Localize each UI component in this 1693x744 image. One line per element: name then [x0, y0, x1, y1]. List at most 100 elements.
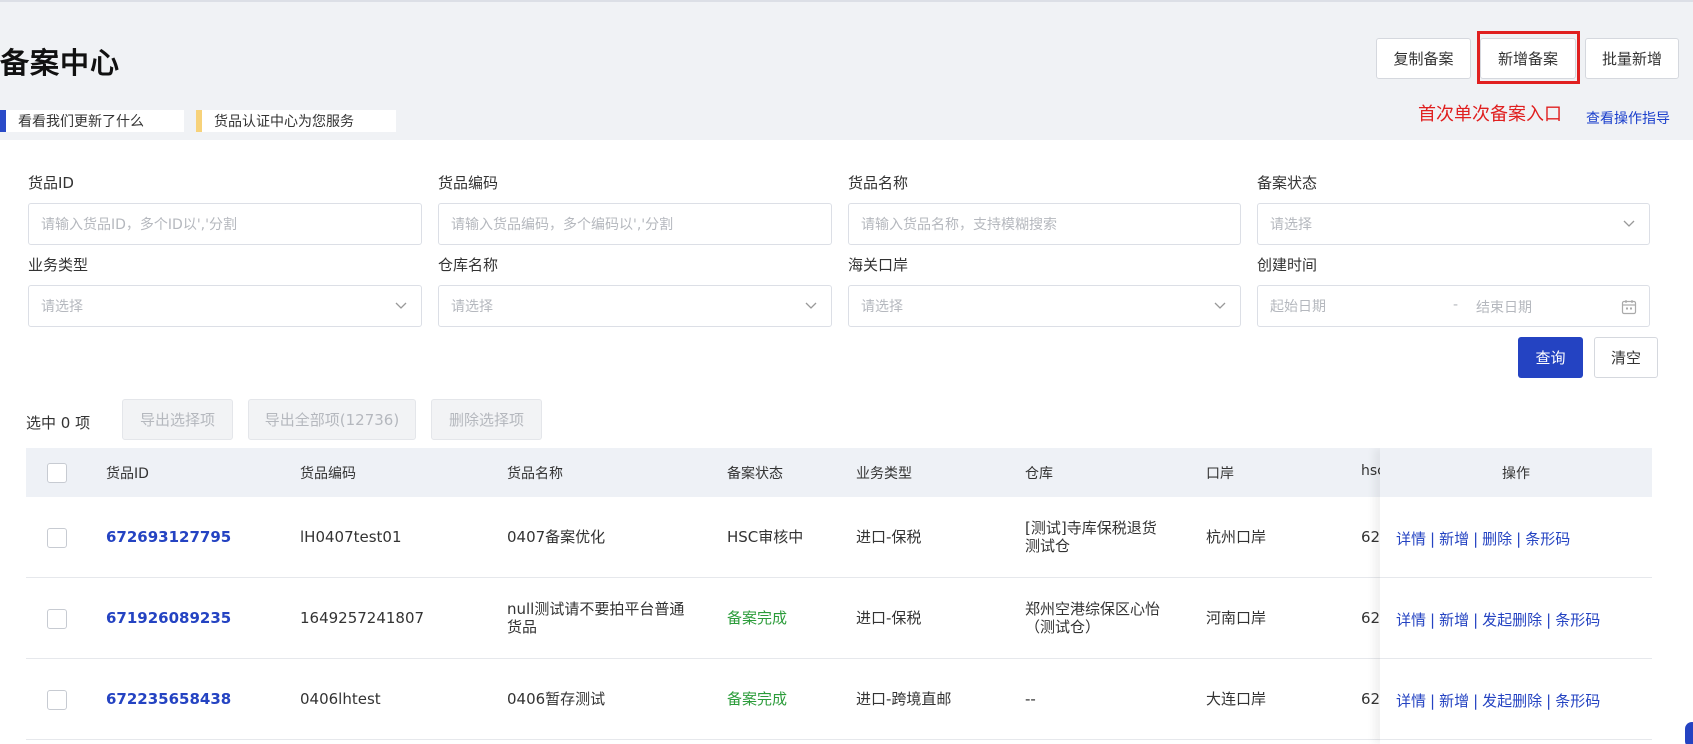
goods-code-placeholder: 请输入货品编码，多个编码以','分割	[451, 217, 674, 233]
notice-service-center[interactable]: 货品认证中心为您服务	[196, 110, 396, 132]
goods-id-input[interactable]: 请输入货品ID，多个ID以','分割	[28, 203, 422, 245]
row-checkbox[interactable]	[47, 609, 67, 629]
export-all-button[interactable]: 导出全部项(12736)	[248, 399, 416, 440]
date-range-picker[interactable]: 起始日期 - 结束日期	[1257, 285, 1650, 327]
top-divider	[0, 0, 1693, 2]
port: 杭州口岸	[1206, 528, 1267, 546]
col-operations: 操作	[1502, 466, 1530, 482]
scrollbar-handle[interactable]	[1685, 722, 1693, 744]
notice-accent-bar	[0, 110, 6, 132]
row-checkbox[interactable]	[47, 690, 67, 710]
row-checkbox[interactable]	[47, 528, 67, 548]
notice-label: 看看我们更新了什么	[18, 114, 144, 130]
col-hsc[interactable]: hsc	[1361, 463, 1381, 479]
notice-whats-new[interactable]: 看看我们更新了什么	[0, 110, 184, 132]
initiate-delete-link[interactable]: 发起删除	[1482, 692, 1542, 710]
col-goods-id[interactable]: 货品ID	[106, 463, 149, 483]
barcode-link[interactable]: 条形码	[1555, 692, 1600, 710]
port: 大连口岸	[1206, 690, 1267, 708]
col-status[interactable]: 备案状态	[727, 463, 783, 483]
detail-link[interactable]: 详情	[1396, 692, 1426, 710]
goods-name-line1: null测试请不要拍平台普通	[507, 600, 685, 618]
detail-link[interactable]: 详情	[1396, 530, 1426, 548]
biz-type: 进口-保税	[856, 609, 922, 627]
biz-type: 进口-保税	[856, 528, 922, 546]
goods-code: 1649257241807	[300, 609, 425, 627]
col-goods-code[interactable]: 货品编码	[300, 463, 356, 483]
goods-code-label: 货品编码	[438, 174, 499, 192]
barcode-link[interactable]: 条形码	[1555, 611, 1600, 629]
link-separator: |	[1546, 692, 1552, 710]
row-operations: 详情 | 新增 | 发起删除 | 条形码	[1380, 659, 1652, 740]
link-separator: |	[1473, 692, 1479, 710]
add-link[interactable]: 新增	[1439, 692, 1469, 710]
filing-status: 备案完成	[727, 690, 788, 708]
goods-code: 0406lhtest	[300, 690, 381, 708]
chevron-down-icon	[395, 302, 407, 309]
query-button[interactable]: 查询	[1518, 337, 1583, 378]
goods-code: lH0407test01	[300, 528, 402, 546]
port-select[interactable]: 请选择	[848, 285, 1241, 327]
warehouse-label: 仓库名称	[438, 256, 499, 274]
operation-guide-link[interactable]: 查看操作指导	[1586, 108, 1670, 128]
notice-label: 货品认证中心为您服务	[214, 114, 354, 130]
operations-header: 操作	[1380, 448, 1652, 497]
goods-name-label: 货品名称	[848, 174, 909, 192]
goods-id-link[interactable]: 672235658438	[106, 690, 231, 708]
row-operations: 详情 | 新增 | 删除 | 条形码	[1380, 497, 1652, 578]
col-port[interactable]: 口岸	[1206, 463, 1234, 483]
warehouse-line1: [测试]寺库保税退货	[1025, 519, 1157, 537]
add-link[interactable]: 新增	[1439, 530, 1469, 548]
chevron-down-icon	[1214, 302, 1226, 309]
link-separator: |	[1516, 530, 1522, 548]
col-goods-name[interactable]: 货品名称	[507, 463, 563, 483]
biz-type-placeholder: 请选择	[41, 299, 83, 315]
goods-code-input[interactable]: 请输入货品编码，多个编码以','分割	[438, 203, 832, 245]
add-link[interactable]: 新增	[1439, 611, 1469, 629]
copy-filing-button[interactable]: 复制备案	[1376, 38, 1471, 79]
warehouse-placeholder: 请选择	[451, 299, 493, 315]
goods-name-input[interactable]: 请输入货品名称，支持模糊搜索	[848, 203, 1241, 245]
goods-id-placeholder: 请输入货品ID，多个ID以','分割	[41, 217, 237, 233]
warehouse: --	[1025, 690, 1036, 708]
link-separator: |	[1430, 530, 1436, 548]
goods-id-link[interactable]: 671926089235	[106, 609, 231, 627]
batch-add-button[interactable]: 批量新增	[1585, 38, 1679, 79]
operations-column: 操作 详情 | 新增 | 删除 | 条形码 详情 | 新增 | 发起删除 | 条形码 详情 | 新增 | 发起删…	[1380, 448, 1652, 744]
col-warehouse[interactable]: 仓库	[1025, 463, 1053, 483]
filing-table: 货品ID 货品编码 货品名称 备案状态 业务类型 仓库 口岸 hsc 67269…	[26, 448, 1652, 744]
warehouse-select[interactable]: 请选择	[438, 285, 832, 327]
link-separator: |	[1430, 611, 1436, 629]
delete-link[interactable]: 删除	[1482, 530, 1512, 548]
detail-link[interactable]: 详情	[1396, 611, 1426, 629]
created-time-label: 创建时间	[1257, 256, 1318, 274]
biz-type-label: 业务类型	[28, 256, 89, 274]
delete-selected-button[interactable]: 删除选择项	[431, 399, 542, 440]
goods-id-link[interactable]: 672693127795	[106, 528, 231, 546]
biz-type: 进口-跨境直邮	[856, 690, 952, 708]
warehouse-line1: 郑州空港综保区心怡	[1025, 600, 1161, 618]
export-selected-button[interactable]: 导出选择项	[122, 399, 233, 440]
col-biz-type[interactable]: 业务类型	[856, 463, 912, 483]
status-select[interactable]: 请选择	[1257, 203, 1650, 245]
goods-name: 0406暂存测试	[507, 690, 606, 708]
main-panel: 货品ID 货品编码 货品名称 备案状态 请输入货品ID，多个ID以','分割 请…	[0, 140, 1693, 744]
port-label: 海关口岸	[848, 256, 909, 274]
select-all-checkbox[interactable]	[47, 463, 67, 483]
filing-status: 备案完成	[727, 609, 788, 627]
link-separator: |	[1546, 611, 1552, 629]
biz-type-select[interactable]: 请选择	[28, 285, 422, 327]
warehouse-line2: （测试仓）	[1025, 618, 1101, 636]
goods-name: 0407备案优化	[507, 528, 606, 546]
start-date-placeholder[interactable]: 起始日期	[1270, 296, 1326, 316]
status-label: 备案状态	[1257, 174, 1318, 192]
initiate-delete-link[interactable]: 发起删除	[1482, 611, 1542, 629]
end-date-placeholder[interactable]: 结束日期	[1476, 297, 1532, 317]
annotation-text: 首次单次备案入口	[1418, 104, 1562, 125]
chevron-down-icon	[805, 302, 817, 309]
goods-id-label: 货品ID	[28, 174, 74, 192]
barcode-link[interactable]: 条形码	[1525, 530, 1570, 548]
clear-button[interactable]: 清空	[1594, 337, 1658, 378]
status-placeholder: 请选择	[1270, 217, 1312, 233]
filing-status: HSC审核中	[727, 528, 804, 546]
